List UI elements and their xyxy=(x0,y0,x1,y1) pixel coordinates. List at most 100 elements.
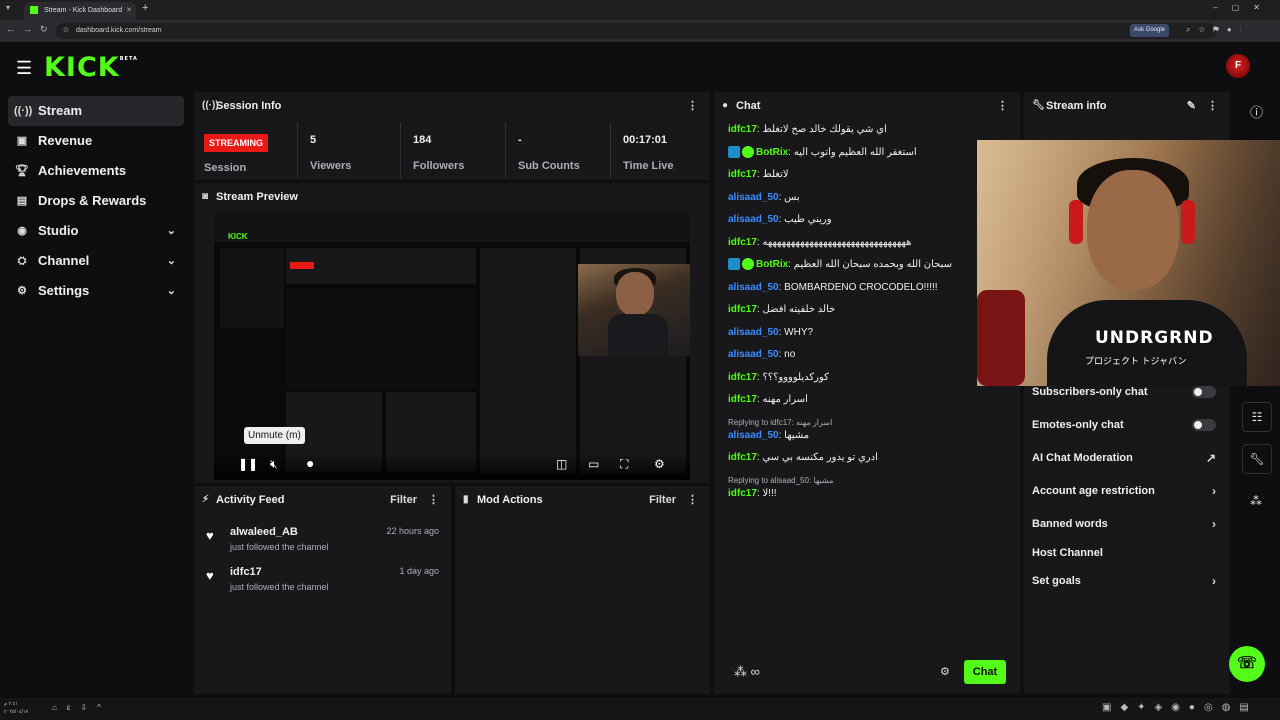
heart-icon: ♥ xyxy=(206,568,214,583)
close-tab-icon[interactable]: ✕ xyxy=(126,2,132,20)
chat-message[interactable]: alisaad_50: بس xyxy=(728,190,1018,213)
chat-message[interactable]: idfc17: ادري تو يدور مكنسه بي سي xyxy=(728,450,1018,473)
emotes-only-toggle-row[interactable]: Emotes-only chat xyxy=(1032,415,1222,435)
chat-message[interactable]: idfc17: لا!!! xyxy=(728,486,1018,509)
chat-username[interactable]: idfc17 xyxy=(728,452,757,463)
chat-message[interactable]: idfc17: لاتغلط xyxy=(728,167,1018,190)
chat-username[interactable]: alisaad_50 xyxy=(728,349,779,360)
browser-tab[interactable]: Stream - Kick Dashboard ✕ xyxy=(24,2,136,20)
host-channel-item[interactable]: Host Channel xyxy=(1032,543,1222,563)
chat-username[interactable]: BotRix xyxy=(756,147,788,158)
chevron-right-icon: › xyxy=(1212,574,1216,588)
account-age-restriction-item[interactable]: Account age restriction › xyxy=(1032,481,1222,501)
sidebar-item-stream[interactable]: ((·)) Stream xyxy=(8,96,184,126)
more-options-icon[interactable]: ⋮ xyxy=(997,92,1008,120)
panel-title: Session Info xyxy=(216,100,282,112)
chat-username[interactable]: alisaad_50 xyxy=(728,192,779,203)
new-tab-icon[interactable]: + xyxy=(142,2,148,14)
sidebar-item-channel[interactable]: ⛭ Channel ⌄ xyxy=(8,246,184,276)
support-button[interactable]: ☏ xyxy=(1229,646,1265,682)
set-goals-item[interactable]: Set goals › xyxy=(1032,571,1222,591)
chat-username[interactable]: alisaad_50 xyxy=(728,214,779,225)
info-icon[interactable]: ⓘ xyxy=(1250,102,1263,121)
chat-username[interactable]: BotRix xyxy=(756,259,788,270)
sidebar-item-settings[interactable]: ⚙ Settings ⌄ xyxy=(8,276,184,306)
taskbar-app-icons[interactable]: ▣◆✦◈◉●◎◍▤ xyxy=(1102,702,1258,713)
chat-username[interactable]: idfc17 xyxy=(728,124,757,135)
more-options-icon[interactable]: ⋮ xyxy=(428,486,439,514)
sidebar: ((·)) Stream ▣ Revenue 🏆︎ Achievements ▤ Dro… xyxy=(8,96,184,306)
chat-send-button[interactable]: Chat xyxy=(964,660,1006,684)
chat-message[interactable]: BotRix: سبحان الله وبحمده سبحان الله الع… xyxy=(728,257,1018,280)
mini-badge xyxy=(290,262,314,269)
chat-username[interactable]: idfc17 xyxy=(728,488,757,499)
toolbar-icons[interactable]: ⌕☆⚑●⋮ xyxy=(1186,25,1250,35)
ask-google-button[interactable]: Ask Google xyxy=(1130,24,1170,37)
volume-slider[interactable]: ● xyxy=(306,455,314,471)
banned-words-item[interactable]: Banned words › xyxy=(1032,514,1222,534)
player-controls xyxy=(214,452,690,480)
edit-icon[interactable]: ✎ xyxy=(1187,92,1196,120)
chat-panel: ● Chat ⋮ idfc17: اي شي يقولك خالد صح لات… xyxy=(714,92,1020,694)
filter-button[interactable]: Filter xyxy=(649,486,676,514)
chat-message[interactable]: idfc17: كوركديلوووو؟؟؟ xyxy=(728,370,1018,393)
mini-session xyxy=(286,248,476,284)
chat-username[interactable]: alisaad_50 xyxy=(728,327,779,338)
sidebar-item-studio[interactable]: ◉ Studio ⌄ xyxy=(8,216,184,246)
emote-and-link-icons[interactable]: ⁂ ∞ xyxy=(734,664,760,680)
chat-username[interactable]: alisaad_50 xyxy=(728,282,779,293)
chat-message[interactable]: alisaad_50: WHY? xyxy=(728,325,1018,348)
more-options-icon[interactable]: ⋮ xyxy=(1207,92,1218,120)
chat-username[interactable]: idfc17 xyxy=(728,304,757,315)
chat-message[interactable]: BotRix: استغفر الله العظيم واتوب اليه xyxy=(728,145,1018,168)
chat-message[interactable]: alisaad_50: وريني طيب xyxy=(728,212,1018,235)
chat-username[interactable]: alisaad_50 xyxy=(728,430,779,441)
apps-icon[interactable]: ⁂ xyxy=(1250,494,1262,508)
chat-text: WHY? xyxy=(784,326,814,338)
chat-message[interactable]: idfc17: اي شي يقولك خالد صح لاتغلط xyxy=(728,122,1018,145)
toggle-switch[interactable] xyxy=(1192,386,1216,398)
site-info-icon[interactable]: ⊙ xyxy=(63,23,69,39)
user-avatar[interactable]: F xyxy=(1226,54,1250,78)
fullscreen-icon[interactable]: ⛶ xyxy=(620,457,628,472)
chat-message-list[interactable]: idfc17: اي شي يقولك خالد صح لاتغلط BotRix… xyxy=(728,122,1018,512)
theater-icon[interactable]: ▭ xyxy=(588,457,599,471)
chat-message[interactable]: alisaad_50: no xyxy=(728,347,1018,370)
list-item[interactable]: ♥ idfc17 just followed the channel 1 day… xyxy=(194,566,451,606)
sidebar-item-drops-rewards[interactable]: ▤ Drops & Rewards xyxy=(8,186,184,216)
studio-icon: ◉ xyxy=(17,225,27,237)
chat-message[interactable]: idfc17: خالد خلفيته افضل xyxy=(728,302,1018,325)
chat-username[interactable]: idfc17 xyxy=(728,237,757,248)
filter-button[interactable]: Filter xyxy=(390,486,417,514)
pip-icon[interactable]: ◫ xyxy=(556,457,567,471)
chat-username[interactable]: idfc17 xyxy=(728,394,757,405)
chat-message[interactable]: alisaad_50: BOMBARDENO CROCODELO!!!!! xyxy=(728,280,1018,303)
sidebar-item-revenue[interactable]: ▣ Revenue xyxy=(8,126,184,156)
pause-icon[interactable]: ❚❚ xyxy=(238,457,258,471)
toggle-switch[interactable] xyxy=(1192,419,1216,431)
chat-username[interactable]: idfc17 xyxy=(728,372,757,383)
broadcast-icon: ((·)) xyxy=(202,100,219,111)
ai-chat-moderation-item[interactable]: AI Chat Moderation ↗ xyxy=(1032,448,1222,468)
window-controls[interactable]: –▢✕ xyxy=(1213,3,1274,12)
chat-settings-icon[interactable]: ⚙ xyxy=(940,665,950,678)
wrench-icon[interactable]: 🔧︎ xyxy=(1242,444,1272,474)
sidebar-item-achievements[interactable]: 🏆︎ Achievements xyxy=(8,156,184,186)
menu-icon[interactable]: ☰ xyxy=(16,58,32,79)
more-options-icon[interactable]: ⋮ xyxy=(687,92,698,120)
layout-icon[interactable]: ☷ xyxy=(1242,402,1272,432)
kick-logo[interactable]: KICKBETA xyxy=(44,52,138,83)
chat-message[interactable]: alisaad_50: مشيها xyxy=(728,428,1018,451)
chat-message[interactable]: idfc17: هههههههههههههههههههههههههههههههه xyxy=(728,235,1018,258)
mute-icon[interactable]: 🔇︎ xyxy=(270,457,278,472)
nav-buttons[interactable]: ←→↻ xyxy=(6,24,56,35)
more-options-icon[interactable]: ⋮ xyxy=(687,486,698,514)
list-item[interactable]: ♥ alwaleed_AB just followed the channel … xyxy=(194,526,451,566)
tab-search-icon[interactable]: ▾ xyxy=(6,3,10,12)
status-badge: STREAMING xyxy=(204,134,268,152)
settings-gear-icon[interactable]: ⚙ xyxy=(654,457,665,471)
url-field[interactable]: ⊙ dashboard.kick.com/stream xyxy=(56,23,1216,39)
chat-username[interactable]: idfc17 xyxy=(728,169,757,180)
tray-icons[interactable]: ⌂ε⇩^ xyxy=(52,703,111,712)
chat-message[interactable]: idfc17: اسرار مهنه xyxy=(728,392,1018,415)
